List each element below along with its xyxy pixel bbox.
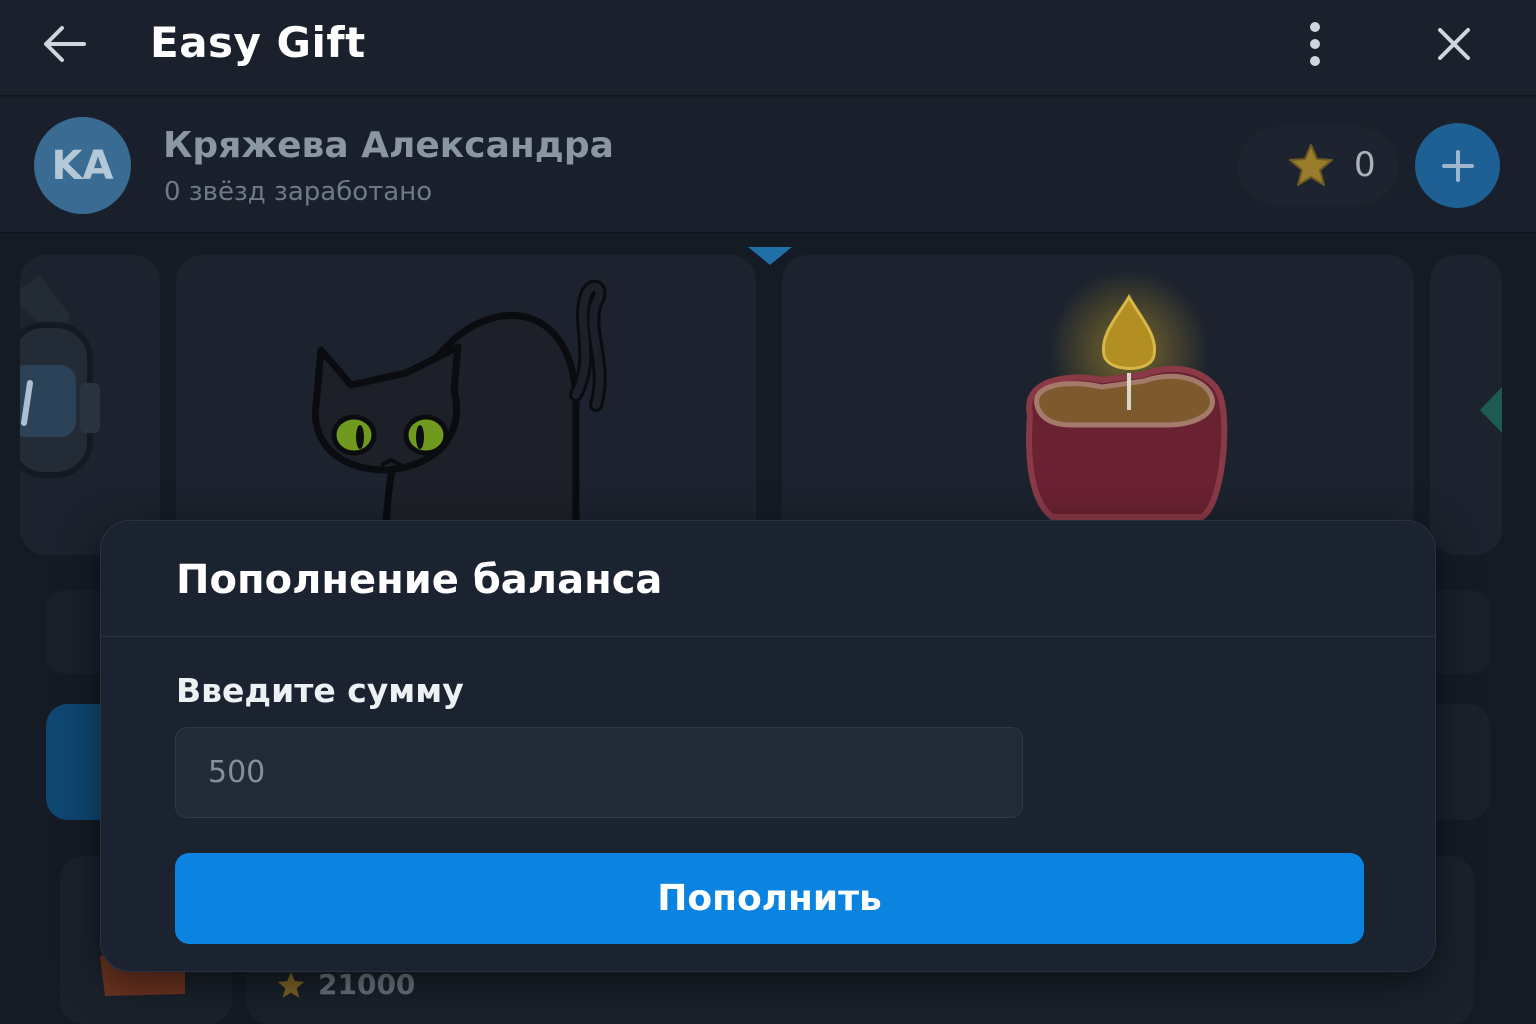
easy-gift-app: Easy Gift KA Кряжева Александра 0 звёзд …	[0, 0, 1536, 1024]
gift-card-helmet[interactable]	[20, 255, 160, 555]
gift-price-value: 21000	[318, 968, 416, 1001]
star-balance-value: 0	[1354, 145, 1376, 185]
plus-icon	[1441, 149, 1474, 182]
user-name: Кряжева Александра	[163, 125, 614, 166]
star-icon	[277, 971, 305, 998]
arrow-left-icon[interactable]	[40, 22, 88, 66]
gift-price: 21000	[276, 968, 415, 1001]
gift-card-heart-candle[interactable]	[782, 255, 1414, 555]
black-cat-icon	[311, 279, 607, 529]
top-up-button[interactable]: Пополнить	[175, 853, 1364, 944]
modal-title: Пополнение баланса	[176, 557, 663, 603]
gift-card-gem[interactable]	[1430, 255, 1502, 555]
close-icon[interactable]	[1432, 22, 1476, 66]
user-info-row: KA Кряжева Александра 0 звёзд заработано…	[0, 97, 1536, 233]
avatar: KA	[34, 117, 131, 214]
gem-icon	[1480, 387, 1502, 433]
top-bar: Easy Gift	[0, 0, 1536, 96]
gift-card-black-cat[interactable]	[176, 255, 756, 555]
more-vertical-icon[interactable]	[1298, 20, 1332, 68]
star-balance[interactable]: 0	[1238, 127, 1398, 205]
stars-earned-text: 0 звёзд заработано	[164, 177, 433, 207]
heart-candle-icon	[1026, 270, 1228, 520]
star-icon	[1288, 143, 1334, 187]
app-title: Easy Gift	[150, 18, 366, 67]
top-up-balance-modal: Пополнение баланса Введите сумму Пополни…	[100, 520, 1436, 972]
helmet-icon	[20, 275, 100, 478]
amount-input[interactable]	[175, 727, 1023, 818]
amount-label: Введите сумму	[176, 671, 464, 710]
modal-divider	[101, 636, 1435, 637]
add-balance-button[interactable]	[1415, 123, 1500, 208]
